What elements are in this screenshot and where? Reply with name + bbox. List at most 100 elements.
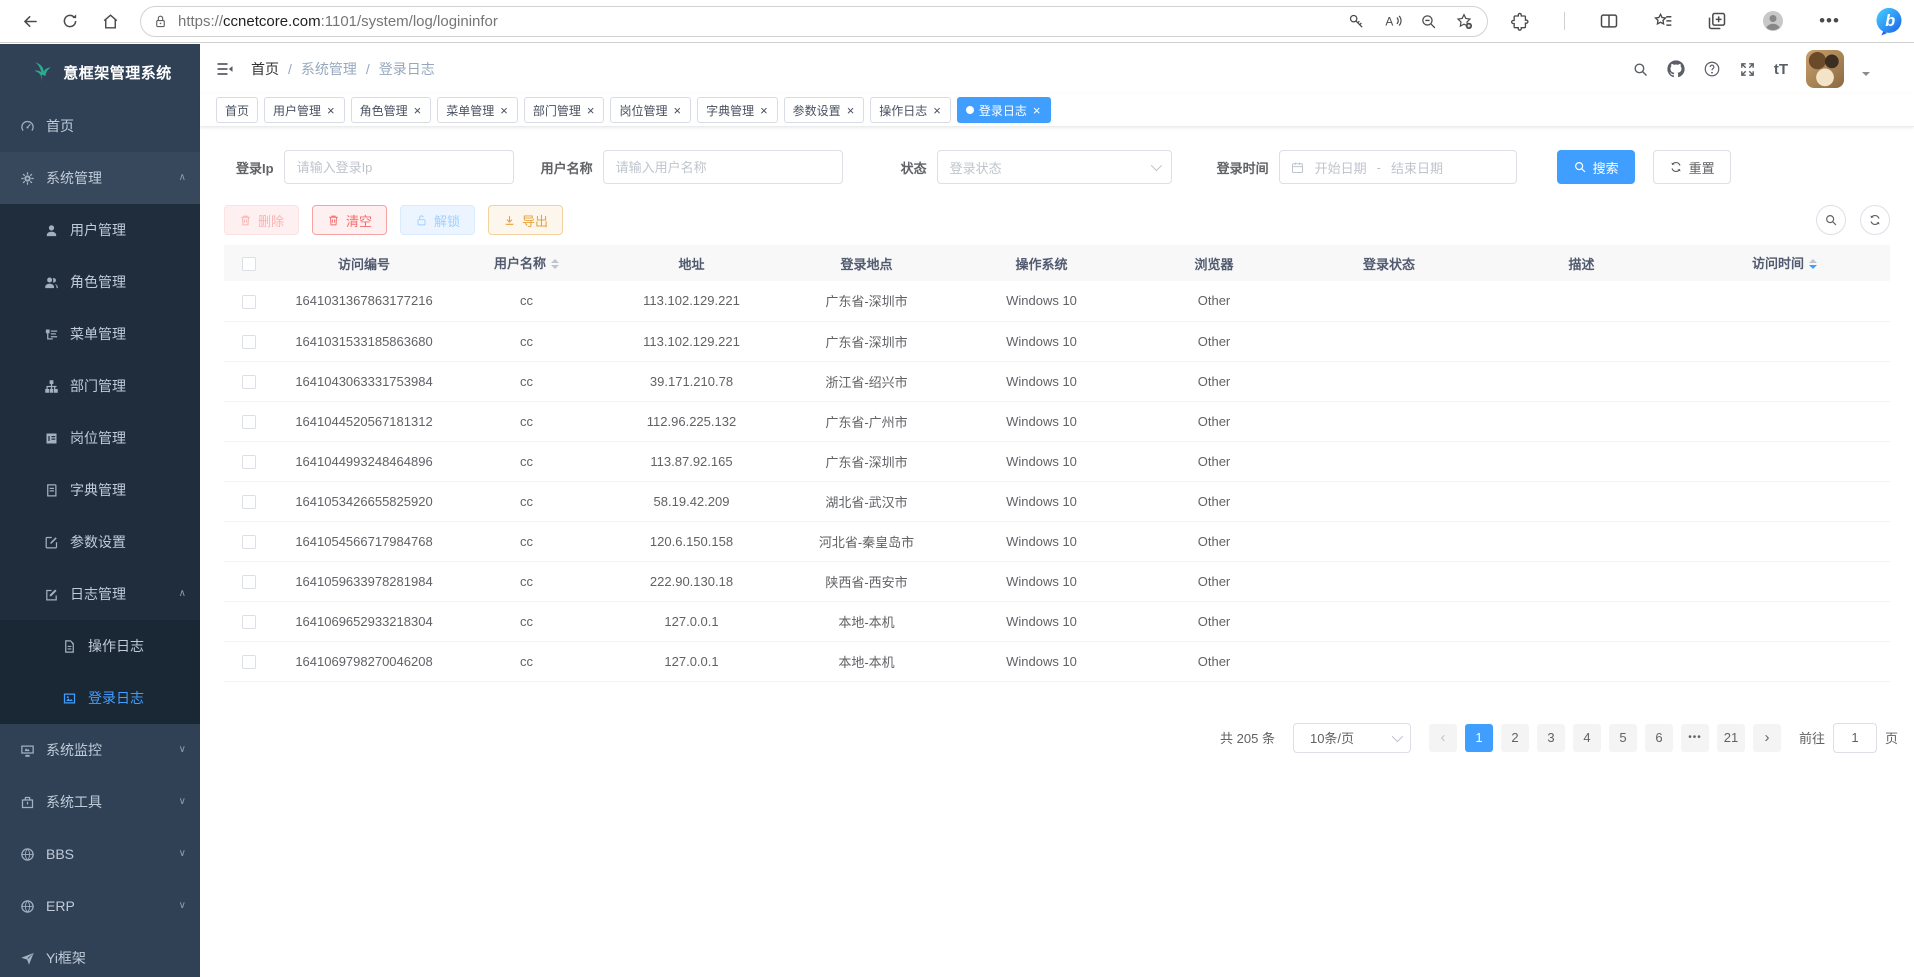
- page-number-button[interactable]: 2: [1501, 724, 1529, 752]
- bing-chat-icon[interactable]: [1874, 6, 1904, 36]
- row-checkbox[interactable]: [242, 335, 256, 349]
- row-checkbox[interactable]: [242, 415, 256, 429]
- row-checkbox[interactable]: [242, 455, 256, 469]
- sidebar-item[interactable]: 日志管理: [0, 568, 200, 620]
- table-search-toggle-button[interactable]: [1816, 205, 1846, 235]
- sidebar-item[interactable]: 角色管理: [0, 256, 200, 308]
- sort-icon[interactable]: [551, 255, 559, 273]
- page-tab[interactable]: 参数设置 ×: [784, 97, 865, 123]
- row-checkbox[interactable]: [242, 655, 256, 669]
- table-row[interactable]: 1641044993248464896 cc 113.87.92.165 广东省…: [224, 441, 1890, 481]
- browser-profile-icon[interactable]: [1761, 9, 1785, 33]
- table-row[interactable]: 1641054566717984768 cc 120.6.150.158 河北省…: [224, 521, 1890, 561]
- username-input[interactable]: [603, 150, 843, 184]
- page-size-select[interactable]: 10条/页: [1293, 723, 1411, 753]
- close-icon[interactable]: ×: [932, 104, 942, 117]
- sidebar-item[interactable]: 岗位管理: [0, 412, 200, 464]
- help-icon[interactable]: [1703, 60, 1721, 78]
- ip-input[interactable]: [284, 150, 514, 184]
- row-checkbox[interactable]: [242, 495, 256, 509]
- date-range-picker[interactable]: 开始日期 - 结束日期: [1279, 150, 1517, 184]
- close-icon[interactable]: ×: [1032, 104, 1042, 117]
- export-button[interactable]: 导出: [488, 205, 563, 235]
- select-all-checkbox[interactable]: [242, 257, 256, 271]
- header-search-icon[interactable]: [1632, 61, 1649, 78]
- reset-button[interactable]: 重置: [1653, 150, 1731, 184]
- sidebar-item[interactable]: 操作日志: [0, 620, 200, 672]
- page-tab[interactable]: 角色管理 ×: [351, 97, 432, 123]
- table-row[interactable]: 1641069798270046208 cc 127.0.0.1 本地-本机 W…: [224, 641, 1890, 681]
- github-icon[interactable]: [1667, 60, 1685, 78]
- close-icon[interactable]: ×: [326, 104, 336, 117]
- search-button[interactable]: 搜索: [1557, 150, 1635, 184]
- zoom-out-icon[interactable]: [1420, 13, 1437, 30]
- status-select[interactable]: 登录状态: [937, 150, 1172, 184]
- sort-icon[interactable]: [1809, 255, 1817, 273]
- favorites-bar-icon[interactable]: [1653, 11, 1673, 31]
- sidebar-item[interactable]: ERP: [0, 880, 200, 932]
- split-screen-icon[interactable]: [1599, 11, 1619, 31]
- key-icon[interactable]: [1348, 13, 1365, 30]
- next-page-button[interactable]: ›: [1753, 724, 1781, 752]
- sidebar-item[interactable]: 参数设置: [0, 516, 200, 568]
- sidebar-item[interactable]: 菜单管理: [0, 308, 200, 360]
- delete-button[interactable]: 删除: [224, 205, 299, 235]
- unlock-button[interactable]: 解锁: [400, 205, 475, 235]
- page-tab[interactable]: 用户管理 ×: [264, 97, 345, 123]
- page-number-button[interactable]: 4: [1573, 724, 1601, 752]
- row-checkbox[interactable]: [242, 375, 256, 389]
- page-tab[interactable]: 岗位管理 ×: [610, 97, 691, 123]
- add-favorite-icon[interactable]: [1455, 12, 1473, 30]
- sidebar-item[interactable]: 系统管理: [0, 152, 200, 204]
- sidebar-item[interactable]: Yi框架: [0, 932, 200, 977]
- extensions-icon[interactable]: [1510, 11, 1530, 31]
- start-date-placeholder[interactable]: 开始日期: [1315, 158, 1367, 177]
- row-checkbox[interactable]: [242, 295, 256, 309]
- table-row[interactable]: 1641043063331753984 cc 39.171.210.78 浙江省…: [224, 361, 1890, 401]
- page-number-button[interactable]: 1: [1465, 724, 1493, 752]
- read-aloud-icon[interactable]: [1383, 12, 1402, 31]
- prev-page-button[interactable]: ‹: [1429, 724, 1457, 752]
- page-tab[interactable]: 部门管理 ×: [524, 97, 605, 123]
- close-icon[interactable]: ×: [672, 104, 682, 117]
- page-tab[interactable]: 首页: [216, 97, 258, 123]
- breadcrumb-home[interactable]: 首页: [251, 59, 279, 79]
- close-icon[interactable]: ×: [586, 104, 596, 117]
- page-number-button[interactable]: 21: [1717, 724, 1745, 752]
- sidebar-item[interactable]: 字典管理: [0, 464, 200, 516]
- clear-button[interactable]: 清空: [312, 205, 387, 235]
- page-number-button[interactable]: 6: [1645, 724, 1673, 752]
- goto-page-input[interactable]: [1833, 723, 1877, 753]
- sidebar-item[interactable]: 系统工具: [0, 776, 200, 828]
- address-bar[interactable]: https://ccnetcore.com:1101/system/log/lo…: [140, 6, 1488, 37]
- close-icon[interactable]: ×: [499, 104, 509, 117]
- sidebar-item[interactable]: 系统监控: [0, 724, 200, 776]
- page-number-button[interactable]: 3: [1537, 724, 1565, 752]
- table-row[interactable]: 1641053426655825920 cc 58.19.42.209 湖北省-…: [224, 481, 1890, 521]
- sidebar-item[interactable]: BBS: [0, 828, 200, 880]
- sidebar-item[interactable]: 部门管理: [0, 360, 200, 412]
- page-tab[interactable]: 操作日志 ×: [870, 97, 951, 123]
- home-icon[interactable]: [90, 4, 130, 38]
- table-refresh-button[interactable]: [1860, 205, 1890, 235]
- row-checkbox[interactable]: [242, 535, 256, 549]
- sidebar-item[interactable]: 登录日志: [0, 672, 200, 724]
- fullscreen-icon[interactable]: [1739, 61, 1756, 78]
- page-number-button[interactable]: •••: [1681, 724, 1709, 752]
- sidebar-item[interactable]: 用户管理: [0, 204, 200, 256]
- table-row[interactable]: 1641031533185863680 cc 113.102.129.221 广…: [224, 321, 1890, 361]
- end-date-placeholder[interactable]: 结束日期: [1391, 158, 1443, 177]
- url-text[interactable]: https://ccnetcore.com:1101/system/log/lo…: [178, 13, 498, 30]
- browser-menu-icon[interactable]: •••: [1819, 11, 1840, 31]
- sidebar-item[interactable]: 首页: [0, 100, 200, 152]
- page-number-button[interactable]: 5: [1609, 724, 1637, 752]
- page-tab[interactable]: 菜单管理 ×: [437, 97, 518, 123]
- table-row[interactable]: 1641069652933218304 cc 127.0.0.1 本地-本机 W…: [224, 601, 1890, 641]
- collections-icon[interactable]: [1707, 11, 1727, 31]
- table-row[interactable]: 1641044520567181312 cc 112.96.225.132 广东…: [224, 401, 1890, 441]
- page-tab[interactable]: 字典管理 ×: [697, 97, 778, 123]
- refresh-icon[interactable]: [50, 4, 90, 38]
- avatar[interactable]: [1806, 50, 1844, 88]
- font-size-icon[interactable]: tT: [1774, 61, 1788, 78]
- close-icon[interactable]: ×: [846, 104, 856, 117]
